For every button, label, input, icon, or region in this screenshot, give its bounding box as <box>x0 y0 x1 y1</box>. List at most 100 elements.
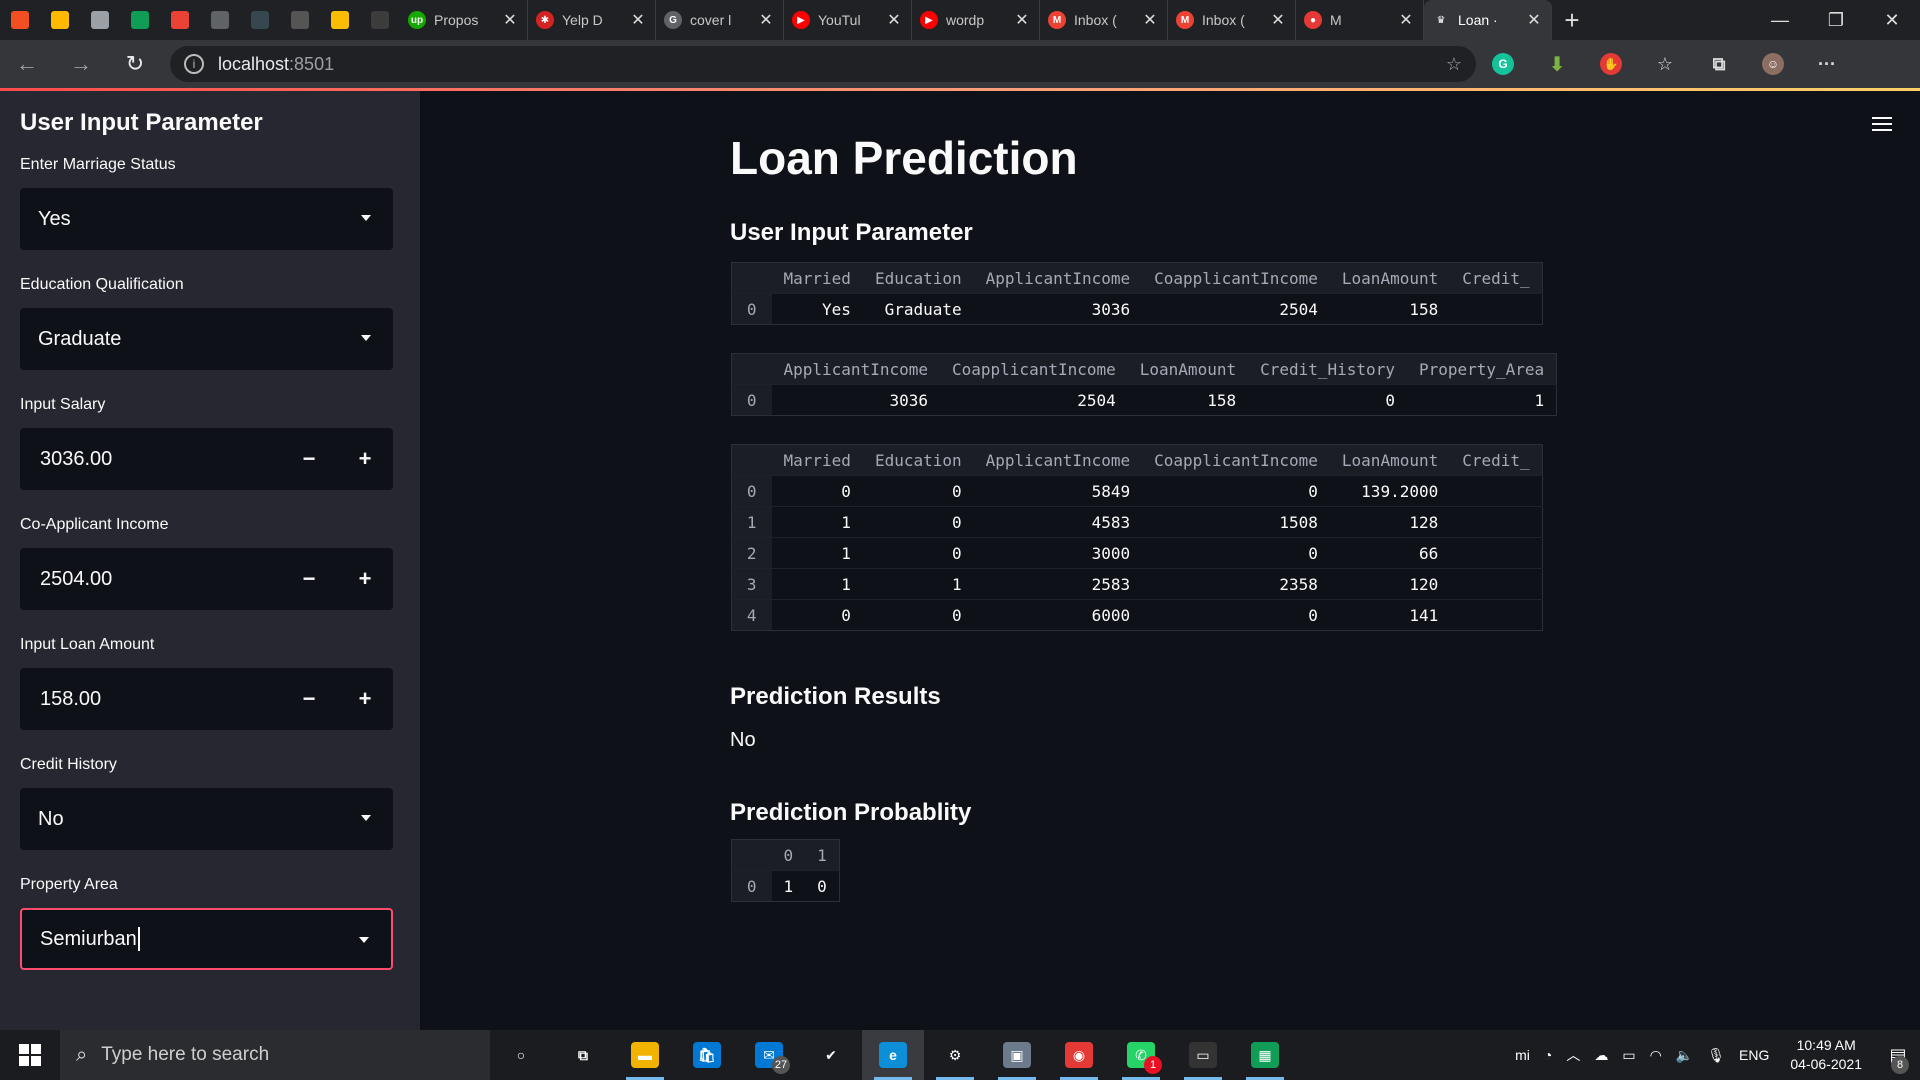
mail-taskbar-button[interactable]: ✉ 27 <box>738 1030 800 1080</box>
forward-button[interactable]: → <box>54 51 108 77</box>
onedrive-icon[interactable]: ☁ <box>1594 1047 1608 1064</box>
coapplicant-decrement-button[interactable]: − <box>281 548 337 610</box>
browser-tab[interactable]: ▶ YouTul ✕ <box>784 0 912 40</box>
back-button[interactable]: ← <box>0 51 54 77</box>
close-tab-icon[interactable]: ✕ <box>885 10 903 30</box>
settings-taskbar-button[interactable]: ⚙ <box>924 1030 986 1080</box>
loan-amount-input[interactable]: 158.00 <box>20 668 281 730</box>
address-bar[interactable]: i localhost:8501 ☆ <box>170 46 1476 82</box>
edge-taskbar-button[interactable]: e <box>862 1030 924 1080</box>
browser-tab[interactable]: M Inbox (✕ <box>1168 0 1296 40</box>
pinned-tab[interactable] <box>40 0 80 40</box>
notification-count: 8 <box>1891 1056 1909 1074</box>
close-tab-icon[interactable]: ✕ <box>1397 10 1415 30</box>
column-header: Married <box>771 262 863 294</box>
marriage-status-select[interactable]: Yes <box>20 188 393 250</box>
pinned-tab[interactable] <box>280 0 320 40</box>
sidebar: User Input Parameter Enter Marriage Stat… <box>0 91 420 1030</box>
grammarly-extension-icon[interactable]: G <box>1476 53 1530 75</box>
close-tab-icon[interactable]: ✕ <box>1269 10 1287 30</box>
pinned-tab[interactable] <box>160 0 200 40</box>
column-header: Married <box>771 444 863 476</box>
table-cell: 2504 <box>1142 293 1330 325</box>
pinned-tab[interactable] <box>360 0 400 40</box>
favorites-icon[interactable]: ☆ <box>1638 53 1692 75</box>
reload-button[interactable]: ↻ <box>108 51 162 77</box>
pinned-tab[interactable] <box>0 0 40 40</box>
table-cell: 0 <box>862 599 974 631</box>
credit-history-select[interactable]: No <box>20 788 393 850</box>
pinned-tab[interactable] <box>240 0 280 40</box>
sync-icon[interactable]: ◔ <box>1544 1047 1552 1063</box>
notification-center-icon[interactable]: ▤ 8 <box>1876 1030 1920 1080</box>
salary-input[interactable]: 3036.00 <box>20 428 281 490</box>
sheets-icon: ▦ <box>1251 1042 1279 1068</box>
photos-taskbar-button[interactable]: ▣ <box>986 1030 1048 1080</box>
site-info-icon[interactable]: i <box>184 54 204 74</box>
browser-tab[interactable]: ▶ wordp ✕ <box>912 0 1040 40</box>
pinned-tab[interactable] <box>200 0 240 40</box>
sheets-taskbar-button[interactable]: ▦ <box>1234 1030 1296 1080</box>
close-window-button[interactable]: ✕ <box>1864 10 1920 31</box>
task-view-taskbar-button[interactable]: ⧉ <box>552 1030 614 1080</box>
terminal-taskbar-button[interactable]: ▭ <box>1172 1030 1234 1080</box>
file-explorer-taskbar-button[interactable]: ▬ <box>614 1030 676 1080</box>
taskbar-search-box[interactable]: ⌕ Type here to search <box>60 1030 490 1080</box>
profile-avatar[interactable]: ☺ <box>1746 53 1800 75</box>
todo-taskbar-button[interactable]: ✔ <box>800 1030 862 1080</box>
browser-tab[interactable]: Gcover l ✕ <box>656 0 784 40</box>
mi-icon[interactable]: mi <box>1515 1047 1530 1063</box>
pinned-tab[interactable] <box>320 0 360 40</box>
browser-tab[interactable]: ● M ✕ <box>1296 0 1424 40</box>
clock[interactable]: 10:49 AM 04-06-2021 <box>1790 1036 1862 1074</box>
block-extension-icon[interactable]: ✋ <box>1584 53 1638 75</box>
chevron-up-icon[interactable]: ︿ <box>1566 1045 1580 1065</box>
pinned-tab[interactable] <box>120 0 160 40</box>
start-button[interactable] <box>0 1030 60 1080</box>
close-tab-icon[interactable]: ✕ <box>501 10 519 30</box>
browser-tab[interactable]: ♛ Loan · ✕ <box>1424 0 1552 40</box>
volume-icon[interactable]: 🔈 <box>1676 1047 1693 1064</box>
table-cell: 66 <box>1329 537 1451 569</box>
close-tab-icon[interactable]: ✕ <box>1141 10 1159 30</box>
browser-tab[interactable]: ✱ Yelp D ✕ <box>528 0 656 40</box>
hamburger-menu-icon[interactable] <box>1872 113 1892 135</box>
sidebar-title: User Input Parameter <box>20 109 263 136</box>
file-explorer-icon: ▬ <box>631 1042 659 1068</box>
browser-tab[interactable]: up Propos ✕ <box>400 0 528 40</box>
close-tab-icon[interactable]: ✕ <box>1013 10 1031 30</box>
new-tab-button[interactable]: + <box>1552 5 1592 36</box>
search-icon: ⌕ <box>76 1043 88 1066</box>
language-indicator[interactable]: ENG <box>1739 1047 1769 1063</box>
more-options-icon[interactable]: ··· <box>1800 53 1854 75</box>
coapplicant-income-input[interactable]: 2504.00 <box>20 548 281 610</box>
pinned-tab[interactable] <box>80 0 120 40</box>
camera-app-taskbar-button[interactable]: ◉ <box>1048 1030 1110 1080</box>
wifi-icon[interactable]: ◠ <box>1650 1047 1662 1064</box>
download-extension-icon[interactable]: ⬇ <box>1530 53 1584 76</box>
browser-tab[interactable]: M Inbox (✕ <box>1040 0 1168 40</box>
salary-increment-button[interactable]: + <box>337 428 393 490</box>
tab-title: YouTul <box>818 12 861 28</box>
cortana-taskbar-button[interactable]: ○ <box>490 1030 552 1080</box>
education-select[interactable]: Graduate <box>20 308 393 370</box>
property-area-select[interactable]: Semiurban <box>20 908 393 970</box>
row-index: 4 <box>731 599 772 631</box>
microphone-icon[interactable]: 🎙 <box>1707 1047 1725 1064</box>
collections-icon[interactable]: ⧉ <box>1692 53 1746 75</box>
salary-decrement-button[interactable]: − <box>281 428 337 490</box>
property-area-value[interactable]: Semiurban <box>40 928 137 951</box>
store-taskbar-button[interactable]: 🛍 <box>676 1030 738 1080</box>
loan-decrement-button[interactable]: − <box>281 668 337 730</box>
restore-button[interactable]: ❐ <box>1808 10 1864 31</box>
close-tab-icon[interactable]: ✕ <box>1525 10 1543 30</box>
close-tab-icon[interactable]: ✕ <box>629 10 647 30</box>
minimize-button[interactable]: — <box>1752 10 1808 31</box>
close-tab-icon[interactable]: ✕ <box>757 10 775 30</box>
add-favorite-icon[interactable]: ☆ <box>1446 54 1462 75</box>
coapplicant-increment-button[interactable]: + <box>337 548 393 610</box>
loan-increment-button[interactable]: + <box>337 668 393 730</box>
whatsapp-taskbar-button[interactable]: ✆ 1 <box>1110 1030 1172 1080</box>
table-row: 0 3036 2504 158 0 1 <box>731 384 1557 416</box>
battery-icon[interactable]: ▭ <box>1622 1047 1635 1064</box>
